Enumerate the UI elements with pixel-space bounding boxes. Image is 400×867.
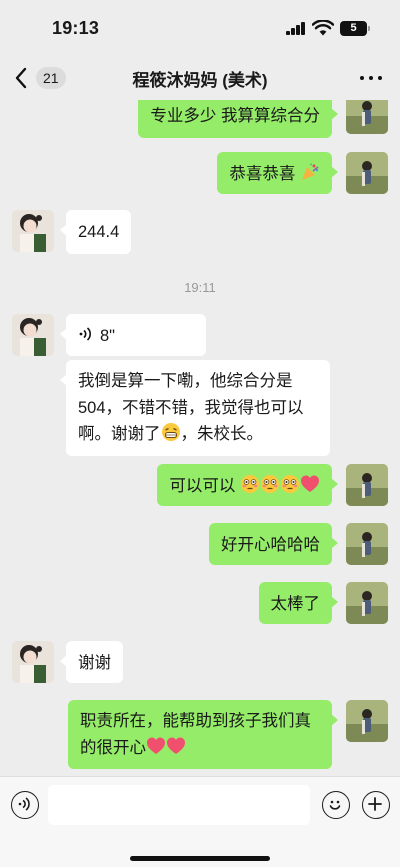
more-functions-button[interactable] [362, 791, 390, 819]
smiley-icon [329, 800, 341, 810]
more-options-button[interactable] [360, 66, 384, 90]
contact-avatar-image [12, 210, 54, 252]
my-avatar[interactable] [346, 152, 388, 194]
battery-icon: 5 [340, 21, 367, 36]
my-avatar[interactable] [346, 100, 388, 134]
my-avatar-image [346, 523, 388, 565]
contact-avatar[interactable] [12, 314, 54, 356]
flushed-emoji [241, 475, 259, 493]
cellular-signal-icon [286, 22, 306, 35]
chat-title: 程筱沐妈妈 (美术) [132, 71, 268, 90]
contact-avatar[interactable] [12, 210, 54, 252]
time-divider: 19:11 [184, 280, 216, 295]
sent-message[interactable]: 太棒了 [258, 582, 338, 624]
my-avatar[interactable] [346, 523, 388, 565]
sent-message[interactable]: 可以可以 [157, 464, 338, 506]
my-avatar-image [346, 100, 388, 134]
message-list[interactable]: 专业多少 我算算综合分 恭喜恭喜 244.4 19:11 8" 我倒是算一下嘞，… [0, 100, 400, 776]
sent-message[interactable]: 专业多少 我算算综合分 [138, 100, 338, 138]
voice-wave-icon [79, 327, 92, 341]
input-bar [0, 776, 400, 867]
contact-avatar-image [12, 314, 54, 356]
contact-avatar[interactable] [12, 641, 54, 683]
flushed-emoji [281, 475, 299, 493]
home-indicator [130, 856, 270, 861]
my-avatar-image [346, 700, 388, 742]
heart-emoji [301, 475, 319, 492]
grin-emoji [161, 423, 180, 441]
heart-emoji [147, 737, 165, 754]
voice-icon [18, 797, 30, 811]
plus-icon [368, 797, 382, 811]
battery-tip [368, 26, 370, 31]
wifi-icon [312, 20, 334, 36]
status-bar: 19:13 5 [0, 0, 400, 56]
voice-duration: 8" [100, 327, 116, 345]
sent-message[interactable]: 职责所在，能帮助到孩子我们真 的很开心 [68, 700, 338, 769]
contact-avatar-image [12, 641, 54, 683]
status-time: 19:13 [52, 18, 100, 38]
voice-message[interactable]: 8" [60, 314, 206, 356]
received-message[interactable]: 244.4 [59, 210, 132, 254]
party-popper-emoji [302, 163, 319, 180]
emoji-button[interactable] [322, 791, 350, 819]
flushed-emoji [261, 475, 279, 493]
message-input[interactable] [48, 785, 310, 825]
voice-input-button[interactable] [11, 791, 39, 819]
my-avatar[interactable] [346, 700, 388, 742]
sent-message[interactable]: 恭喜恭喜 [217, 152, 338, 194]
received-message[interactable]: 我倒是算一下嘞，他综合分是 504，不错不错，我觉得也可以 啊。谢谢了 ，朱校长… [60, 360, 330, 456]
my-avatar[interactable] [346, 582, 388, 624]
sent-message[interactable]: 好开心哈哈哈 [209, 523, 338, 565]
chat-header: 21 程筱沐妈妈 (美术) [0, 56, 400, 100]
my-avatar-image [346, 152, 388, 194]
my-avatar-image [346, 464, 388, 506]
my-avatar[interactable] [346, 464, 388, 506]
my-avatar-image [346, 582, 388, 624]
received-message[interactable]: 谢谢 [60, 641, 123, 683]
heart-emoji [167, 737, 185, 754]
